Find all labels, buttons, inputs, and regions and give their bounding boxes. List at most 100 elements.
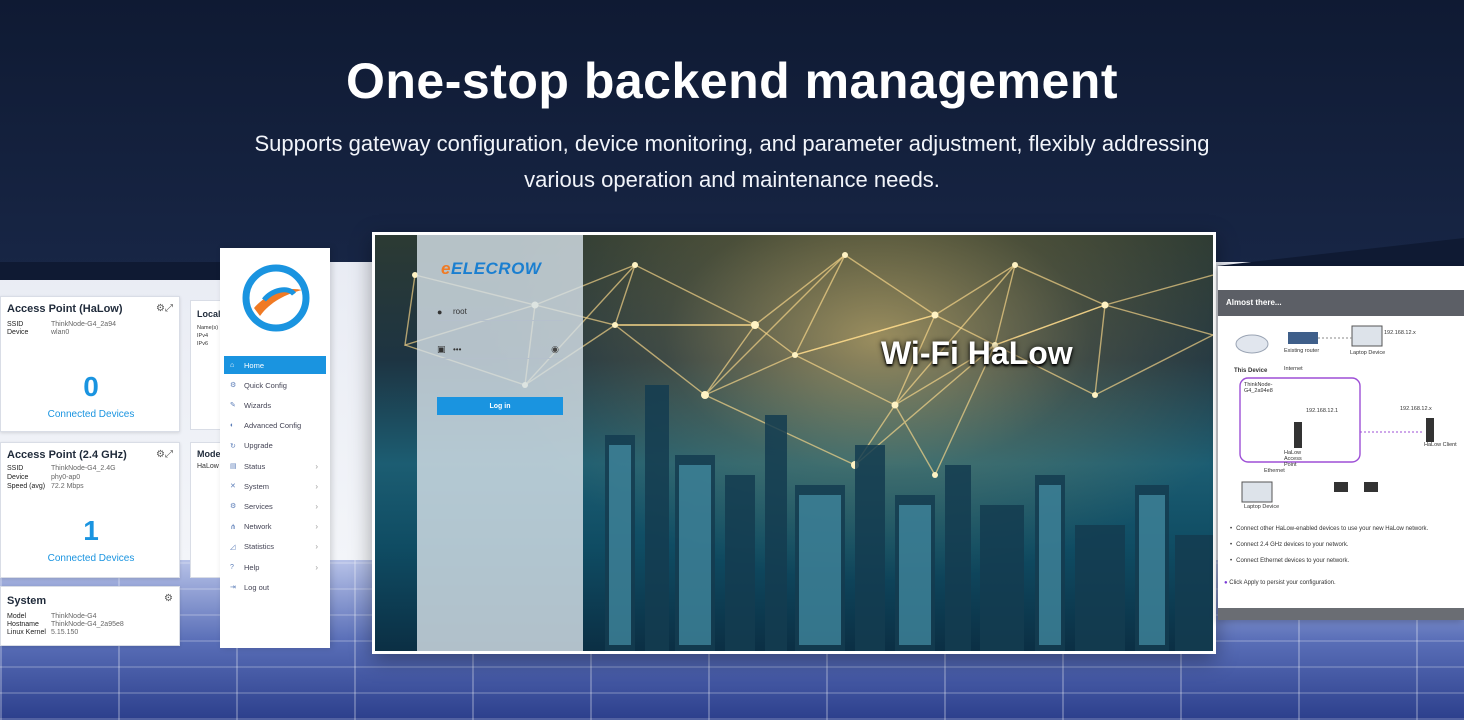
kv-row: SSID ThinkNode-G4_2.4G xyxy=(7,465,116,472)
sidebar-item-statistics[interactable]: ◿ Statistics › xyxy=(224,538,326,556)
connected-devices-label[interactable]: Connected Devices xyxy=(1,553,181,564)
kv-row: Model ThinkNode-G4 xyxy=(7,613,97,620)
card-access-point-24ghz: Access Point (2.4 GHz) ⚙⤢ SSID ThinkNode-… xyxy=(0,442,180,578)
password-value: ••• xyxy=(453,345,462,354)
sidebar-menu: ⌂ Home ⚙ Quick Config ✎ Wizards ◐ Advanced Conf… xyxy=(220,248,330,648)
sidebar-item-help[interactable]: ? Help › xyxy=(224,558,326,576)
chevron-right-icon: › xyxy=(315,461,318,471)
info-icon: ● xyxy=(1224,580,1228,586)
diagram-label: Ethernet xyxy=(1264,468,1285,474)
diagram-label: Laptop Device xyxy=(1244,504,1280,510)
services-icon: ⚙ xyxy=(230,503,237,511)
connected-count: 0 xyxy=(83,371,99,402)
chevron-right-icon: › xyxy=(315,562,318,572)
chevron-right-icon: › xyxy=(315,522,318,532)
sidebar-item-wizards[interactable]: ✎ Wizards xyxy=(224,396,326,414)
kv-row: Speed (avg) 72.2 Mbps xyxy=(7,483,84,490)
wizard-apply-note: ● Click Apply to persist your configurat… xyxy=(1224,580,1336,586)
logout-icon: ⇥ xyxy=(230,584,236,592)
sidebar-item-label: System xyxy=(244,481,270,491)
sidebar-item-network[interactable]: ⋔ Network › xyxy=(224,518,326,536)
card-title: System xyxy=(7,595,47,607)
connected-count: 1 xyxy=(83,515,99,546)
sidebar-item-advanced-config[interactable]: ◐ Advanced Config xyxy=(224,417,326,435)
hero-title: One-stop backend management xyxy=(346,53,1118,109)
username-field[interactable]: ● root xyxy=(437,303,563,321)
diagram-label: 192.168.12.x xyxy=(1384,330,1416,336)
username-value: root xyxy=(453,307,467,316)
card-title: Access Point (2.4 GHz) xyxy=(7,449,127,461)
sidebar-item-label: Log out xyxy=(244,582,270,592)
wizard-header: Almost there... xyxy=(1218,290,1464,316)
settings-gear-icon[interactable]: ⚙⤢ xyxy=(156,449,173,460)
elecrow-logo-icon xyxy=(242,264,310,332)
diagram-label: ThinkNode-G4_2a94e8 xyxy=(1244,382,1273,394)
hero-subtitle-line-2: various operation and maintenance needs. xyxy=(524,167,940,192)
system-icon: ✕ xyxy=(230,483,236,491)
sidebar-item-label: Network xyxy=(244,522,272,532)
hero-subtitle-line-1: Supports gateway configuration, device m… xyxy=(254,131,1210,156)
topology-graphic xyxy=(1235,325,1434,503)
diagram-label: 192.168.12.1 xyxy=(1306,408,1339,414)
password-field[interactable]: ▣ ••• ◉ xyxy=(437,341,563,359)
wizard-footer-bar xyxy=(1218,608,1464,620)
sidebar-item-home[interactable]: ⌂ Home xyxy=(224,356,326,374)
kv-row: Hostname ThinkNode-G4_2a95e8 xyxy=(7,621,124,628)
hero-subtitle: Supports gateway configuration, device m… xyxy=(170,126,1294,198)
diagram-label: HaLow Access Point xyxy=(1284,450,1302,468)
network-icon: ⋔ xyxy=(230,523,236,531)
settings-gear-icon[interactable]: ⚙ xyxy=(164,593,173,604)
user-icon: ● xyxy=(437,306,443,317)
brand-name: ELECROW xyxy=(450,259,542,278)
wizard-icon: ✎ xyxy=(230,402,236,410)
sidebar-item-status[interactable]: ▤ Status › xyxy=(224,457,326,475)
sidebar-item-label: Wizards xyxy=(244,400,272,410)
diagram-label: Existing router xyxy=(1284,348,1320,354)
sidebar-item-label: Statistics xyxy=(244,542,275,552)
login-form-panel: eELECROW ● root ▣ ••• ◉ Log in xyxy=(417,235,583,651)
sidebar-item-label: Home xyxy=(244,360,265,370)
elecrow-brand: eELECROW xyxy=(441,259,541,279)
chevron-right-icon: › xyxy=(315,501,318,511)
sidebar-item-label: Advanced Config xyxy=(244,421,302,431)
sidebar-item-services[interactable]: ⚙ Services › xyxy=(224,497,326,515)
sidebar-item-upgrade[interactable]: ↻ Upgrade xyxy=(224,437,326,455)
home-icon: ⌂ xyxy=(230,361,235,369)
diagram-label: 192.168.12.x xyxy=(1400,406,1432,412)
setup-wizard-panel: Almost there... Existing router Laptop D… xyxy=(1218,266,1464,620)
connected-devices-label[interactable]: Connected Devices xyxy=(1,409,181,420)
sidebar-item-log-out[interactable]: ⇥ Log out xyxy=(224,578,326,596)
kv-row: Device phy0-ap0 xyxy=(7,474,81,481)
wizard-note-text: Click Apply to persist your configuratio… xyxy=(1229,580,1336,586)
kv-row: SSID ThinkNode-G4_2a94 xyxy=(7,321,116,328)
advanced-config-icon: ◐ xyxy=(230,422,235,430)
statistics-icon: ◿ xyxy=(230,543,236,551)
card-access-point-halow: Access Point (HaLow) ⚙⤢ SSID ThinkNode-G4… xyxy=(0,296,180,432)
settings-gear-icon[interactable]: ⚙⤢ xyxy=(156,303,173,314)
sidebar-item-system[interactable]: ✕ System › xyxy=(224,477,326,495)
sidebar-item-quick-config[interactable]: ⚙ Quick Config xyxy=(224,376,326,394)
wizard-step-line: Connect 2.4 GHz devices to your network. xyxy=(1230,542,1348,548)
sidebar-item-label: Quick Config xyxy=(244,380,287,390)
status-icon: ▤ xyxy=(230,463,237,470)
login-button[interactable]: Log in xyxy=(437,397,563,415)
wizard-step-line: Connect other HaLow-enabled devices to u… xyxy=(1230,526,1428,532)
brand-logo-icon: e xyxy=(441,259,451,278)
lock-icon: ▣ xyxy=(437,344,446,354)
card-system: System ⚙ Model ThinkNode-G4 Hostname Think… xyxy=(0,586,180,646)
sidebar-item-label: Upgrade xyxy=(244,441,273,451)
diagram-label: Laptop Device xyxy=(1350,350,1386,356)
backdrop-shade-left xyxy=(0,262,220,280)
quick-config-icon: ⚙ xyxy=(230,382,237,390)
sidebar-item-label: Services xyxy=(244,501,273,511)
sidebar-item-label: Status xyxy=(244,461,266,471)
chevron-right-icon: › xyxy=(315,542,318,552)
upgrade-icon: ↻ xyxy=(230,442,236,450)
network-topology-diagram: Existing router Laptop Device 192.168.12… xyxy=(1224,322,1464,518)
chevron-right-icon: › xyxy=(315,481,318,491)
wifi-halow-banner: Wi-Fi HaLow xyxy=(881,335,1073,371)
show-password-eye-icon[interactable]: ◉ xyxy=(551,344,559,355)
diagram-label: Internet xyxy=(1284,366,1303,372)
help-icon: ? xyxy=(230,563,234,571)
login-window: eELECROW ● root ▣ ••• ◉ Log in Wi-Fi HaL… xyxy=(372,232,1216,654)
